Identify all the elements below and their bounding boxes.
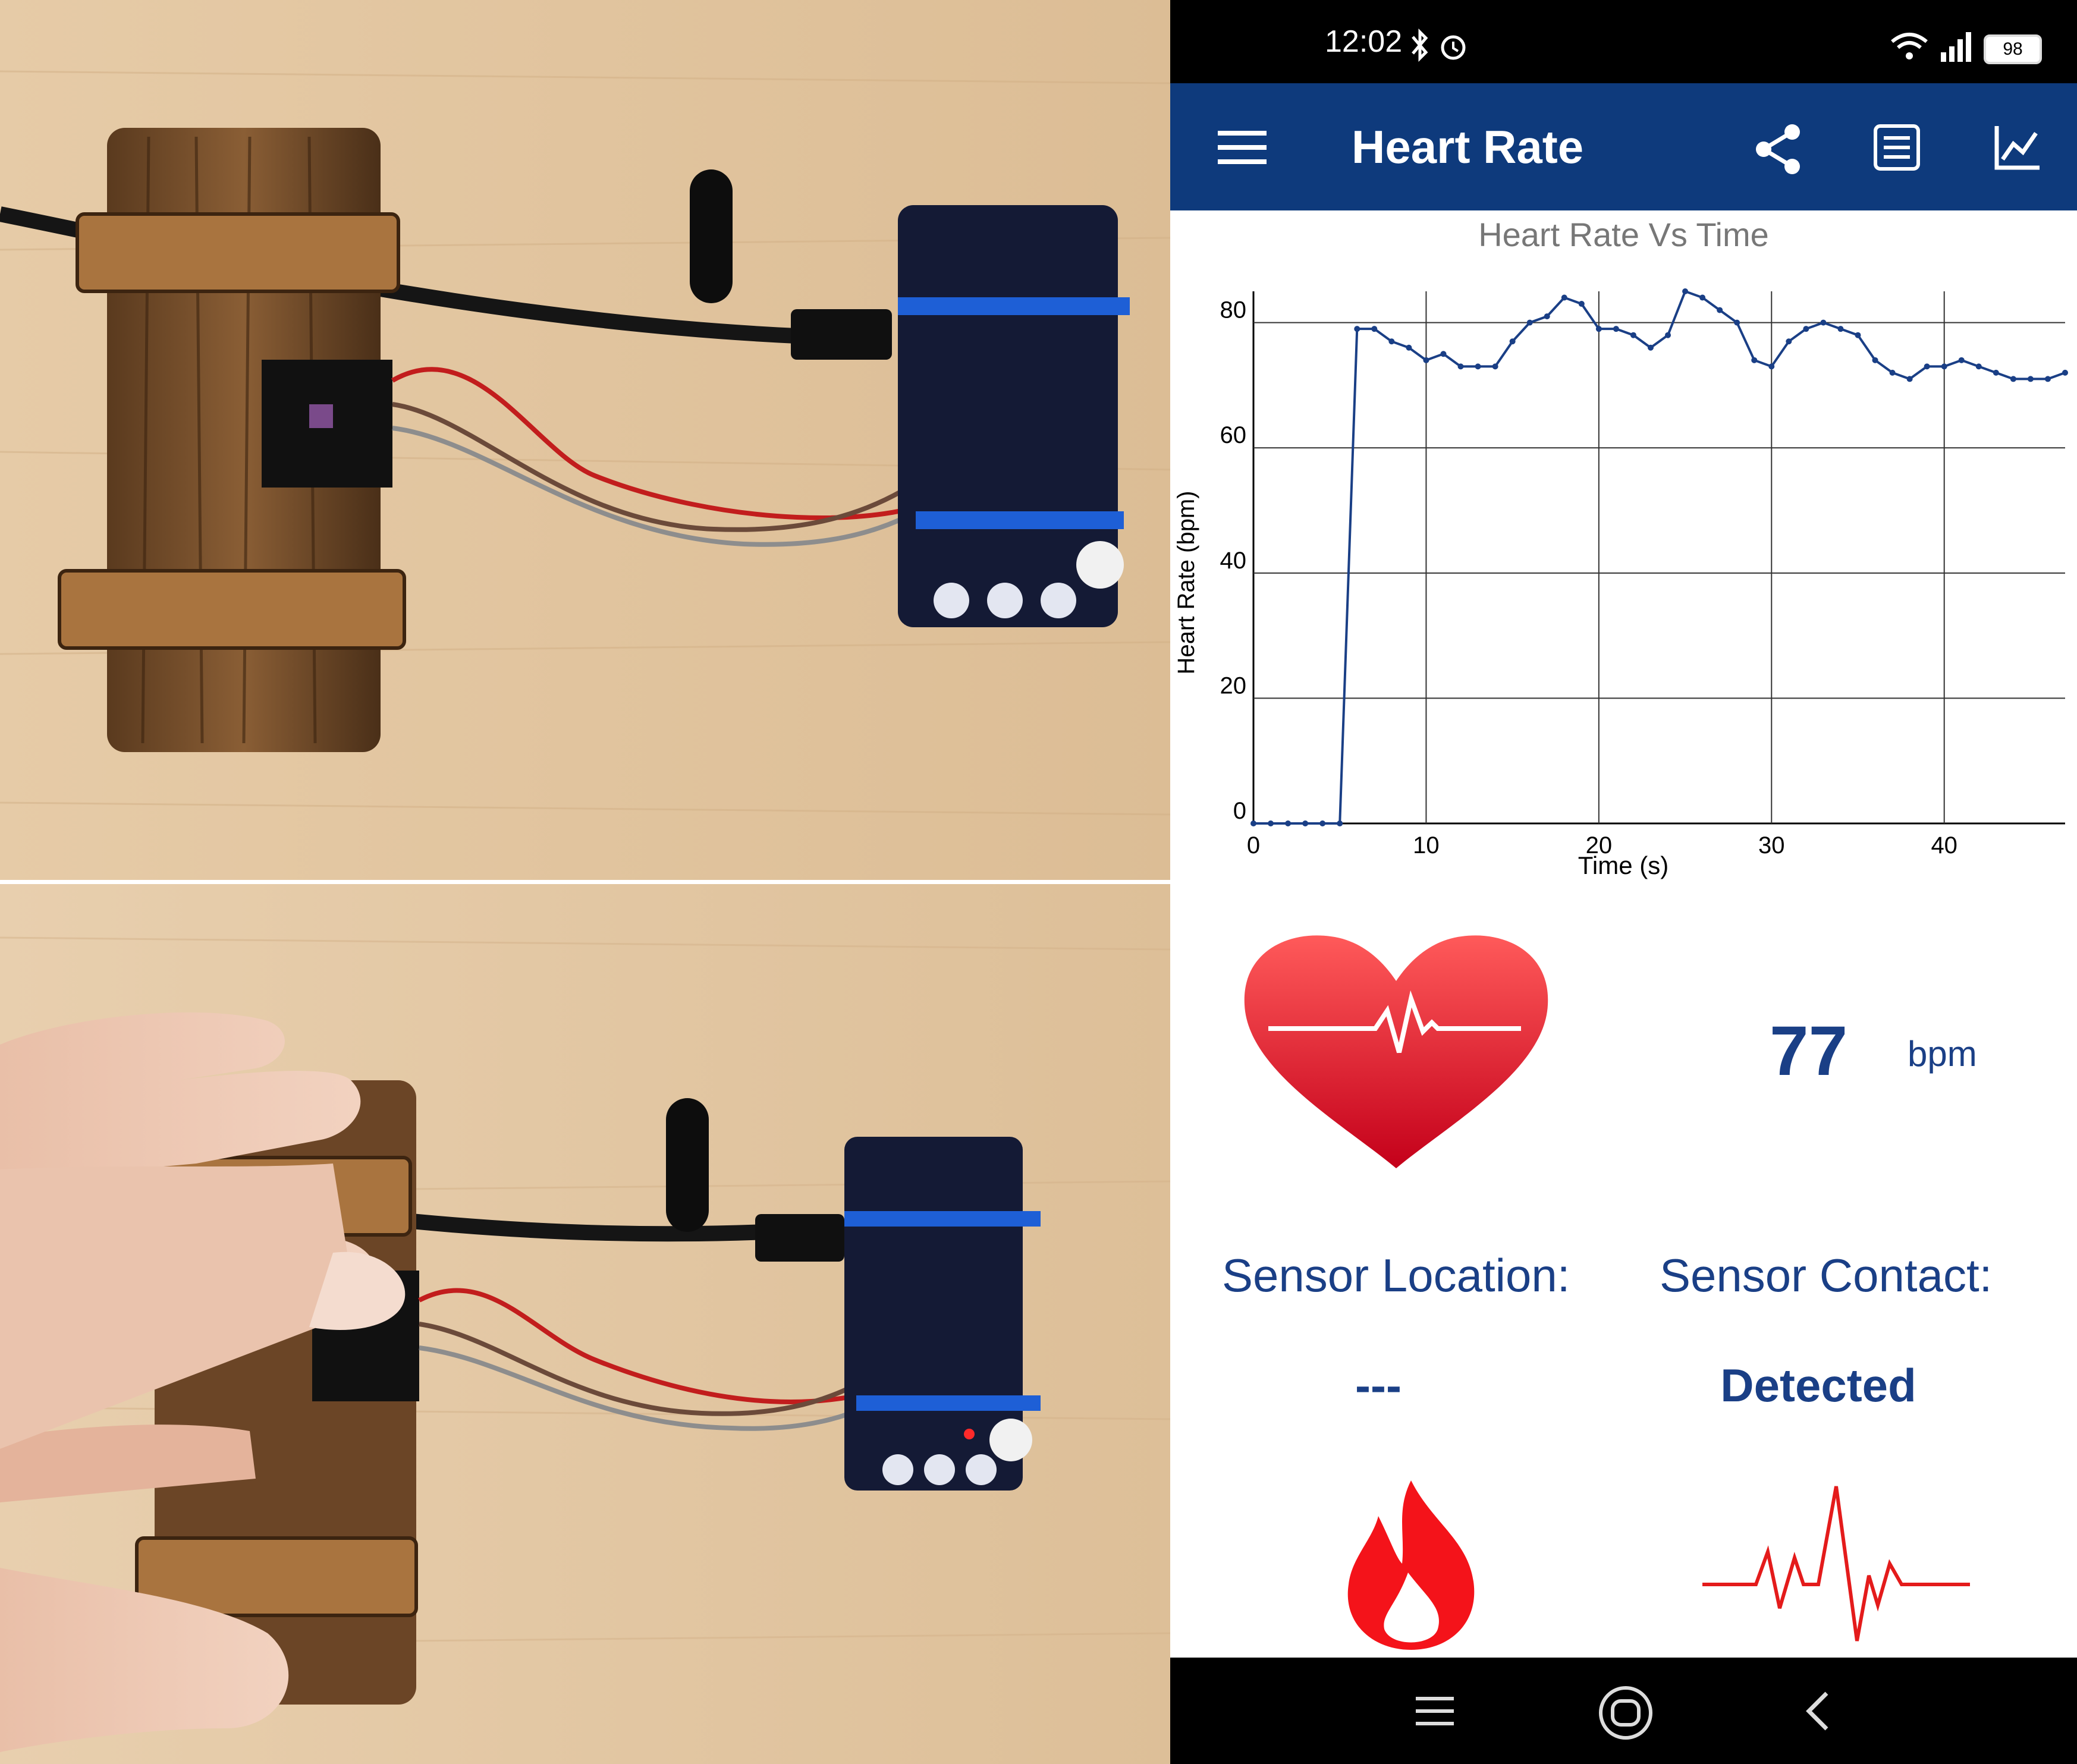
chart-grid <box>1252 291 2065 825</box>
y-tick-label: 20 <box>1220 672 1247 699</box>
signal-icon <box>1941 32 1971 62</box>
data-point <box>1457 363 1464 370</box>
menu-icon[interactable] <box>1218 130 1269 165</box>
x-tick-label: 10 <box>1413 832 1440 859</box>
data-point <box>1406 344 1412 351</box>
data-point <box>2010 376 2016 382</box>
data-point <box>1250 820 1256 826</box>
data-point <box>1544 313 1550 320</box>
data-point <box>1578 301 1585 307</box>
data-point <box>1941 363 1947 370</box>
data-point <box>2027 376 2034 382</box>
sensor-contact-label: Sensor Contact: <box>1660 1249 1993 1301</box>
data-point <box>1440 351 1447 357</box>
data-point <box>1906 376 1913 382</box>
data-point <box>2044 376 2051 382</box>
chart-ticks: 0204060800 10 20 30 40 <box>1220 297 1957 859</box>
data-point <box>1975 363 1982 370</box>
photo-divider <box>0 880 1170 884</box>
heart-rate-unit: bpm <box>1908 1034 1977 1074</box>
data-point <box>1647 344 1654 351</box>
data-point <box>1734 319 1740 326</box>
sensor-location-label: Sensor Location: <box>1222 1249 1570 1301</box>
x-axis-label: Time (s) <box>1578 851 1668 879</box>
data-point <box>1302 820 1309 826</box>
pulse-icon <box>1702 1486 1970 1642</box>
y-axis-label: Heart Rate (bpm) <box>1173 491 1199 675</box>
chart-icon[interactable] <box>1992 122 2042 172</box>
data-point <box>1820 319 1827 326</box>
back-icon[interactable] <box>1801 1687 1836 1735</box>
data-point <box>1613 326 1619 332</box>
data-point <box>2062 369 2068 376</box>
data-point <box>1371 326 1378 332</box>
data-point <box>1993 369 1999 376</box>
data-point <box>1285 820 1292 826</box>
status-bar: 12:02 98 <box>1170 0 2077 83</box>
series-line <box>1253 290 2066 825</box>
data-point <box>1803 326 1809 332</box>
sensor-location-value: --- <box>1355 1359 1402 1411</box>
recent-apps-icon[interactable] <box>1411 1687 1459 1735</box>
heart-icon <box>1244 935 1548 1168</box>
data-point <box>1595 326 1602 332</box>
battery-icon: 98 <box>1984 34 2042 64</box>
data-point <box>1872 357 1878 363</box>
data-point <box>1388 338 1395 345</box>
data-point <box>1665 332 1671 338</box>
x-tick-label: 40 <box>1931 832 1957 859</box>
app-bar: Heart Rate <box>1170 83 2077 210</box>
photo-sensor-finger <box>0 884 1170 1764</box>
data-point <box>1268 820 1274 826</box>
data-point <box>1924 363 1930 370</box>
home-icon[interactable] <box>1597 1684 1654 1741</box>
y-tick-label: 60 <box>1220 422 1247 448</box>
heart-rate-chart: 0204060800 10 20 30 40 Time (s) Heart Rate (… <box>1173 288 2068 879</box>
data-point <box>1526 319 1533 326</box>
photo-sensor-idle <box>0 0 1170 880</box>
bluetooth-icon <box>1412 29 1428 62</box>
data-point <box>1889 369 1896 376</box>
sensor-contact-value: Detected <box>1720 1359 1916 1411</box>
data-point <box>1958 357 1965 363</box>
data-point <box>1337 820 1343 826</box>
data-point <box>1751 357 1758 363</box>
chart-title: Heart Rate Vs Time <box>1478 216 1769 253</box>
data-point <box>1423 357 1429 363</box>
data-point <box>1786 338 1792 345</box>
chart-series <box>1250 288 2068 826</box>
share-icon[interactable] <box>1752 122 1805 176</box>
y-tick-label: 0 <box>1233 798 1246 824</box>
data-point <box>1509 338 1516 345</box>
data-point <box>1717 307 1723 313</box>
data-point <box>1319 820 1326 826</box>
y-tick-label: 80 <box>1220 297 1247 323</box>
y-tick-label: 40 <box>1220 548 1247 574</box>
nav-bar <box>1170 1658 2077 1764</box>
data-point <box>1492 363 1498 370</box>
data-point <box>1682 288 1689 294</box>
x-tick-label: 0 <box>1247 832 1260 859</box>
data-point <box>1630 332 1636 338</box>
photo-sensor-finger-graphic <box>0 884 1170 1764</box>
data-point <box>1855 332 1861 338</box>
data-point <box>1354 326 1360 332</box>
status-time: 12:02 <box>1325 24 1403 59</box>
data-point <box>1699 294 1706 301</box>
alarm-icon <box>1441 35 1466 60</box>
x-tick-label: 30 <box>1758 832 1785 859</box>
flame-icon <box>1347 1480 1475 1650</box>
data-point <box>1837 326 1844 332</box>
list-icon[interactable] <box>1872 122 1922 172</box>
phone-screen: 12:02 98 Heart Rate Heart Rate Vs Time 0… <box>1170 0 2077 1764</box>
heart-rate-value: 77 <box>1770 1012 1848 1090</box>
data-point <box>1475 363 1481 370</box>
wifi-icon <box>1891 33 1928 59</box>
page-title: Heart Rate <box>1352 121 1584 173</box>
data-point <box>1561 294 1567 301</box>
data-point <box>1768 363 1775 370</box>
photo-sensor-idle-graphic <box>0 0 1170 880</box>
